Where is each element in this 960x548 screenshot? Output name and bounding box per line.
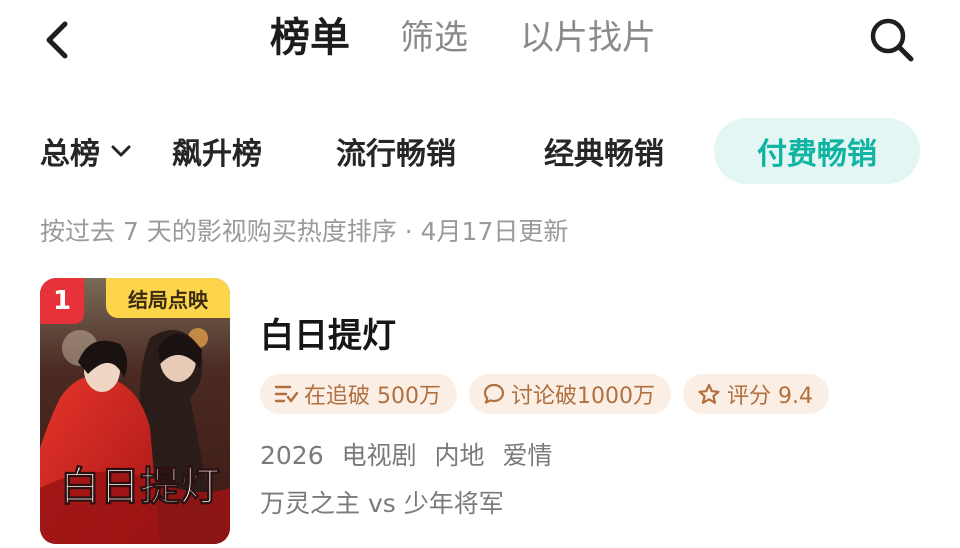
search-icon — [870, 18, 914, 62]
chevron-left-icon — [46, 21, 68, 59]
rank-tab-classic[interactable]: 经典畅销 — [544, 118, 664, 184]
list-icon — [274, 383, 298, 405]
rank-badge: 1 — [40, 278, 84, 324]
tab-find-similar[interactable]: 以片找片 — [520, 8, 656, 68]
poster-title: 白日提灯 — [60, 463, 220, 510]
chip-discussion-label: 讨论破1000万 — [511, 384, 655, 409]
rank-tab-popular[interactable]: 流行畅销 — [336, 118, 456, 184]
poster-image[interactable]: 白日提灯 1 结局点映 — [40, 278, 230, 544]
chip-following-label: 在追破 500万 — [304, 384, 441, 409]
list-item[interactable]: 白日提灯 1 结局点映 白日提灯 在追破 500万 讨论破1000万 评分 9.… — [40, 278, 920, 544]
item-info: 白日提灯 在追破 500万 讨论破1000万 评分 9.4 2026 电视剧 内… — [260, 278, 920, 544]
item-description: 万灵之主 vs 少年将军 — [260, 489, 504, 518]
back-button[interactable] — [30, 12, 86, 68]
meta-type: 电视剧 — [341, 441, 417, 470]
rank-tab-rising[interactable]: 飙升榜 — [172, 118, 262, 184]
chip-score-label: 评分 9.4 — [727, 384, 813, 409]
chip-discussion: 讨论破1000万 — [469, 374, 671, 414]
tab-rankings[interactable]: 榜单 — [270, 8, 350, 68]
chip-following: 在追破 500万 — [260, 374, 457, 414]
top-bar: 榜单 筛选 以片找片 — [0, 0, 960, 80]
rank-tab-paid[interactable]: 付费畅销 — [714, 118, 920, 184]
meta-genre: 爱情 — [502, 441, 553, 470]
chip-score: 评分 9.4 — [683, 374, 829, 414]
chat-icon — [483, 383, 505, 405]
ranking-subtitle: 按过去 7 天的影视购买热度排序 · 4月17日更新 — [40, 217, 569, 246]
star-icon — [697, 383, 721, 405]
meta-region: 内地 — [434, 441, 485, 470]
tab-filter[interactable]: 筛选 — [400, 8, 468, 68]
rank-tab-all[interactable]: 总榜 — [40, 118, 132, 184]
stat-chips: 在追破 500万 讨论破1000万 评分 9.4 — [260, 374, 841, 414]
status-badge: 结局点映 — [106, 278, 230, 318]
chevron-down-icon — [110, 144, 132, 158]
search-button[interactable] — [862, 12, 922, 68]
item-title[interactable]: 白日提灯 — [260, 308, 396, 357]
top-tabs: 榜单 筛选 以片找片 — [270, 8, 708, 68]
item-meta: 2026 电视剧 内地 爱情 — [260, 436, 563, 472]
rank-tabs: 总榜 飙升榜 流行畅销 经典畅销 付费畅销 — [0, 118, 960, 184]
meta-year: 2026 — [260, 441, 324, 470]
rank-tab-all-label: 总榜 — [40, 137, 100, 172]
